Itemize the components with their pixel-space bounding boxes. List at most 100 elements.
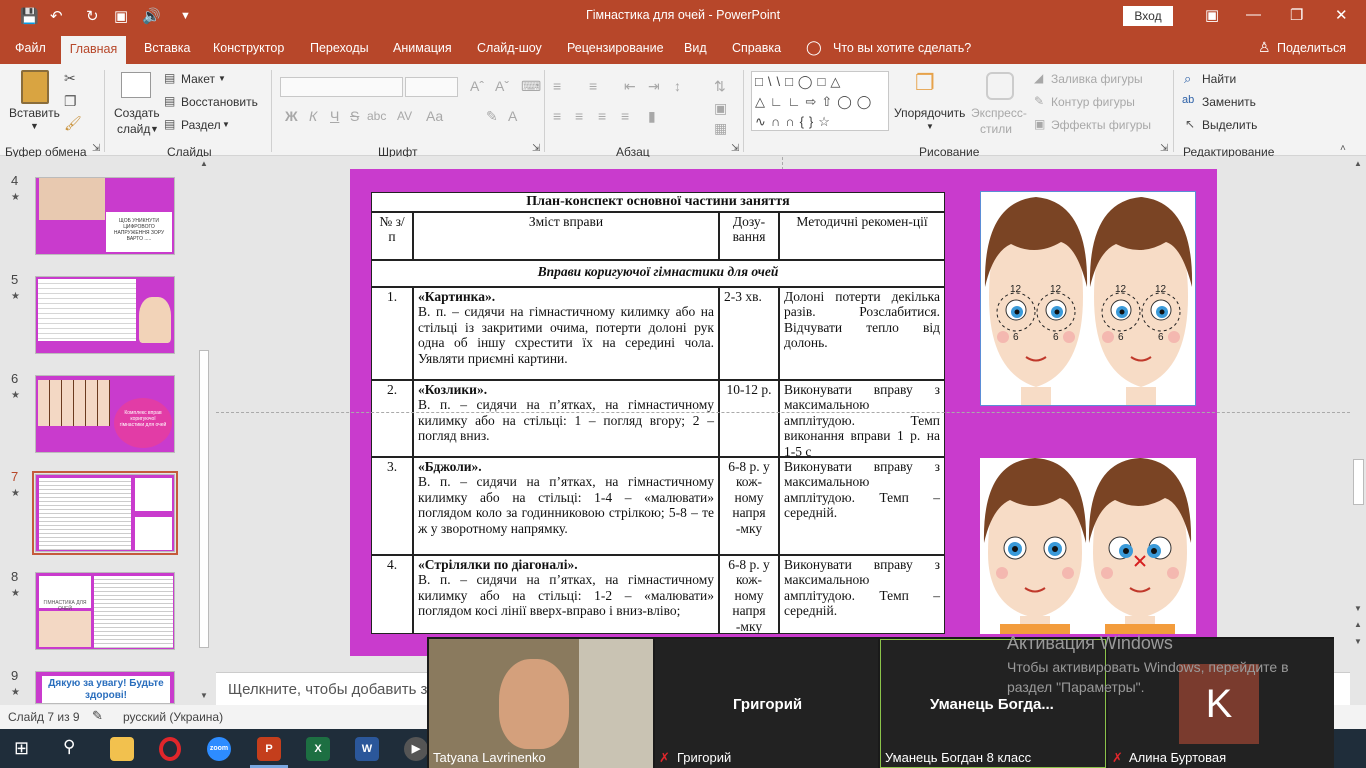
- share-button[interactable]: Поделиться: [1277, 41, 1346, 55]
- tab-help[interactable]: Справка: [732, 41, 781, 55]
- ribbon-display-icon[interactable]: ▣: [1205, 6, 1219, 24]
- grow-font-icon[interactable]: Aˆ: [470, 78, 484, 94]
- collapse-ribbon-icon[interactable]: ˄: [1340, 143, 1346, 154]
- tab-animations[interactable]: Анимация: [393, 41, 452, 55]
- find-icon[interactable]: ⌕: [1184, 71, 1191, 87]
- tell-me-input[interactable]: Что вы хотите сделать?: [833, 41, 971, 55]
- word-icon[interactable]: W: [355, 737, 379, 761]
- thumbnail-slide-8[interactable]: ГІМНАСТИКА ДЛЯ ОЧЕЙ: [35, 572, 175, 650]
- eye-clock-image[interactable]: 12 6 12 6 12 6 12 6: [980, 191, 1196, 406]
- participant-tile[interactable]: Григорий ✗ Григорий: [655, 639, 878, 768]
- decrease-indent-icon[interactable]: ⇤: [624, 78, 636, 95]
- format-painter-icon[interactable]: 🖌: [64, 115, 82, 132]
- tab-view[interactable]: Вид: [684, 41, 707, 55]
- section-button[interactable]: Раздел: [181, 118, 221, 132]
- exercise-table[interactable]: План-конспект основної частини заняття №…: [371, 192, 945, 634]
- align-left-icon[interactable]: ≡: [553, 108, 561, 124]
- paragraph-launcher-icon[interactable]: ⇲: [731, 143, 739, 154]
- tab-file[interactable]: Файл: [15, 41, 46, 55]
- arrange-button[interactable]: Упорядочить: [894, 106, 965, 120]
- tab-slideshow[interactable]: Слайд-шоу: [477, 41, 542, 55]
- scroll-down-icon[interactable]: ▼: [200, 691, 208, 700]
- clear-format-icon[interactable]: ⌨: [521, 78, 541, 95]
- signin-button[interactable]: Вход: [1123, 6, 1173, 26]
- tab-insert[interactable]: Вставка: [144, 41, 190, 55]
- find-button[interactable]: Найти: [1202, 72, 1236, 86]
- thumbnail-slide-4[interactable]: ЩОБ УНИКНУТИ ЦИФРОВОГО НАПРУЖЕННЯ ЗОРУ В…: [35, 177, 175, 255]
- new-slide-icon[interactable]: [121, 72, 151, 98]
- tab-review[interactable]: Рецензирование: [567, 41, 664, 55]
- scroll-up-icon[interactable]: ▲: [1354, 159, 1362, 168]
- language-indicator[interactable]: русский (Украина): [123, 710, 223, 724]
- tab-home[interactable]: Главная: [61, 36, 126, 64]
- media-player-icon[interactable]: ▶: [404, 737, 428, 761]
- shapes-gallery[interactable]: □\\□◯□△ △∟∟⇨⇧◯◯ ∿∩∩{}☆: [751, 71, 889, 131]
- align-text-icon[interactable]: ▣: [714, 100, 727, 117]
- text-direction-icon[interactable]: ⇅: [714, 78, 726, 95]
- replace-icon[interactable]: ab: [1182, 94, 1194, 106]
- tab-transitions[interactable]: Переходы: [310, 41, 369, 55]
- section-dropdown-icon[interactable]: ▼: [222, 120, 230, 129]
- new-slide-dropdown-icon[interactable]: ▼: [150, 124, 159, 134]
- thumbnail-slide-7[interactable]: [35, 474, 175, 552]
- paste-button[interactable]: Вставить: [9, 106, 60, 120]
- replace-button[interactable]: Заменить: [1202, 95, 1256, 109]
- shape-fill-button[interactable]: Заливка фигуры: [1051, 72, 1143, 86]
- paste-icon[interactable]: [21, 70, 49, 104]
- layout-icon[interactable]: ▤: [164, 71, 175, 85]
- windows-start-icon[interactable]: ⊞: [14, 738, 29, 759]
- next-slide-icon[interactable]: ▼: [1354, 637, 1362, 646]
- shadow-button[interactable]: abc: [367, 109, 386, 123]
- opera-icon[interactable]: [159, 737, 181, 761]
- smartart-icon[interactable]: ▦: [714, 120, 727, 137]
- slide-counter[interactable]: Слайд 7 из 9: [8, 710, 80, 724]
- shape-outline-button[interactable]: Контур фигуры: [1051, 95, 1135, 109]
- thumbnail-slide-9[interactable]: Дякую за увагу! Будьте здорові!: [35, 671, 175, 704]
- highlight-icon[interactable]: ✎: [486, 108, 498, 125]
- justify-icon[interactable]: ≡: [621, 108, 629, 124]
- italic-button[interactable]: К: [309, 108, 317, 124]
- search-icon[interactable]: ⚲: [63, 737, 75, 757]
- drawing-launcher-icon[interactable]: ⇲: [1160, 143, 1168, 154]
- minimize-icon[interactable]: —: [1246, 6, 1261, 23]
- character-spacing-button[interactable]: AV: [397, 109, 412, 123]
- previous-slide-icon[interactable]: ▲: [1354, 620, 1362, 629]
- bold-button[interactable]: Ж: [285, 108, 298, 124]
- close-icon[interactable]: ✕: [1335, 6, 1348, 24]
- quick-styles-button[interactable]: Экспресс-: [971, 106, 1027, 120]
- clipboard-launcher-icon[interactable]: ⇲: [92, 143, 100, 154]
- select-icon[interactable]: ↖: [1185, 117, 1195, 131]
- new-slide-button[interactable]: Создать: [114, 106, 160, 120]
- cut-icon[interactable]: ✂: [64, 70, 76, 87]
- powerpoint-icon[interactable]: P: [257, 737, 281, 761]
- notes-placeholder[interactable]: Щелкните, чтобы добавить за: [228, 681, 436, 698]
- section-icon[interactable]: ▤: [164, 117, 175, 131]
- paste-dropdown-icon[interactable]: ▼: [30, 121, 39, 131]
- bullets-icon[interactable]: ≡: [553, 78, 561, 94]
- change-case-button[interactable]: Aa: [426, 108, 443, 124]
- shrink-font-icon[interactable]: Aˇ: [495, 78, 509, 94]
- shape-effects-button[interactable]: Эффекты фигуры: [1051, 118, 1151, 132]
- scroll-thumb[interactable]: [199, 350, 209, 648]
- reset-button[interactable]: Восстановить: [181, 95, 258, 109]
- copy-icon[interactable]: ❐: [64, 93, 77, 110]
- thumbnail-slide-6[interactable]: Комплекс вправ коригуючої гімнастики для…: [35, 375, 175, 453]
- zoom-icon[interactable]: zoom: [207, 737, 231, 761]
- arrange-icon[interactable]: ❐: [915, 70, 935, 96]
- line-spacing-icon[interactable]: ↕: [674, 78, 681, 94]
- font-color-button[interactable]: A: [508, 108, 517, 124]
- increase-indent-icon[interactable]: ⇥: [648, 78, 660, 95]
- numbering-icon[interactable]: ≡: [589, 78, 597, 94]
- scroll-thumb[interactable]: [1353, 459, 1364, 505]
- quick-styles-label[interactable]: стили: [980, 122, 1012, 136]
- spellcheck-icon[interactable]: ✎: [92, 708, 103, 724]
- shape-effects-icon[interactable]: ▣: [1034, 117, 1045, 131]
- reset-icon[interactable]: ▤: [164, 94, 175, 108]
- slide-scrollbar[interactable]: ▲ ▼ ▲ ▼: [1351, 157, 1366, 705]
- align-right-icon[interactable]: ≡: [598, 108, 606, 124]
- align-center-icon[interactable]: ≡: [575, 108, 583, 124]
- font-launcher-icon[interactable]: ⇲: [532, 143, 540, 154]
- layout-button[interactable]: Макет: [181, 72, 215, 86]
- shape-outline-icon[interactable]: ✎: [1034, 94, 1044, 108]
- share-icon[interactable]: ♙: [1258, 39, 1271, 56]
